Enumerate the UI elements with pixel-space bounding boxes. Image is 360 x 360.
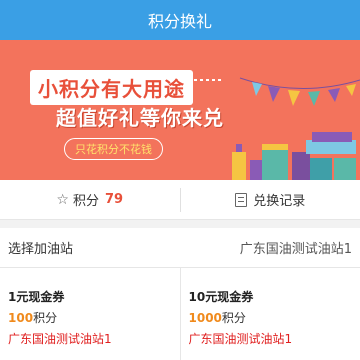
station-selector[interactable]: 选择加油站 广东国油测试油站1 [0, 228, 360, 268]
my-points: ☆ 积分 79 [0, 190, 180, 210]
promo-banner[interactable]: 小积分有大用途 超值好礼等你来兑 只花积分不花钱 [0, 40, 360, 180]
exchange-record-label: 兑换记录 [253, 194, 306, 209]
coupon-points: 100积分 [8, 309, 172, 326]
points-bar: ☆ 积分 79 兑换记录 [0, 180, 360, 220]
page-title: 积分换礼 [147, 12, 212, 31]
coupon-grid: 1元现金券 100积分 广东国油测试油站1 10元现金券 1000积分 广东国油… [0, 268, 360, 360]
station-value: 广东国油测试油站1 [239, 242, 352, 257]
coupon-card[interactable]: 10元现金券 1000积分 广东国油测试油站1 [179, 268, 360, 360]
coupon-points-unit: 积分 [221, 310, 246, 325]
points-label: 积分 [72, 194, 99, 209]
points-exchange-page: 积分换礼 小积分有大用途 超值好礼等你来兑 只花积分不花钱 ☆ 积分 79 兑换… [0, 0, 360, 360]
banner-slogan-main: 小积分有大用途 [30, 70, 193, 105]
banner-slogan-sub: 超值好礼等你来兑 [56, 106, 224, 130]
coupon-points: 1000积分 [189, 309, 353, 326]
coupon-points-value: 100 [8, 310, 34, 325]
coupon-points-unit: 积分 [33, 310, 58, 325]
station-label: 选择加油站 [8, 242, 74, 257]
coupon-card[interactable]: 1元现金券 100积分 广东国油测试油站1 [0, 268, 180, 360]
page-header: 积分换礼 [0, 0, 360, 40]
coupon-title: 10元现金券 [188, 289, 254, 304]
coupon-station: 广东国油测试油站1 [8, 331, 112, 346]
star-icon: ☆ [56, 191, 69, 208]
exchange-record-button[interactable]: 兑换记录 [181, 190, 360, 209]
coupon-points-value: 1000 [188, 310, 222, 325]
banner-slogan-tag: 只花积分不花钱 [64, 138, 163, 160]
points-value: 79 [104, 192, 124, 207]
coupon-station: 广东国油测试油站1 [188, 331, 293, 346]
coupon-title: 1元现金券 [8, 289, 65, 304]
record-icon [235, 192, 248, 207]
